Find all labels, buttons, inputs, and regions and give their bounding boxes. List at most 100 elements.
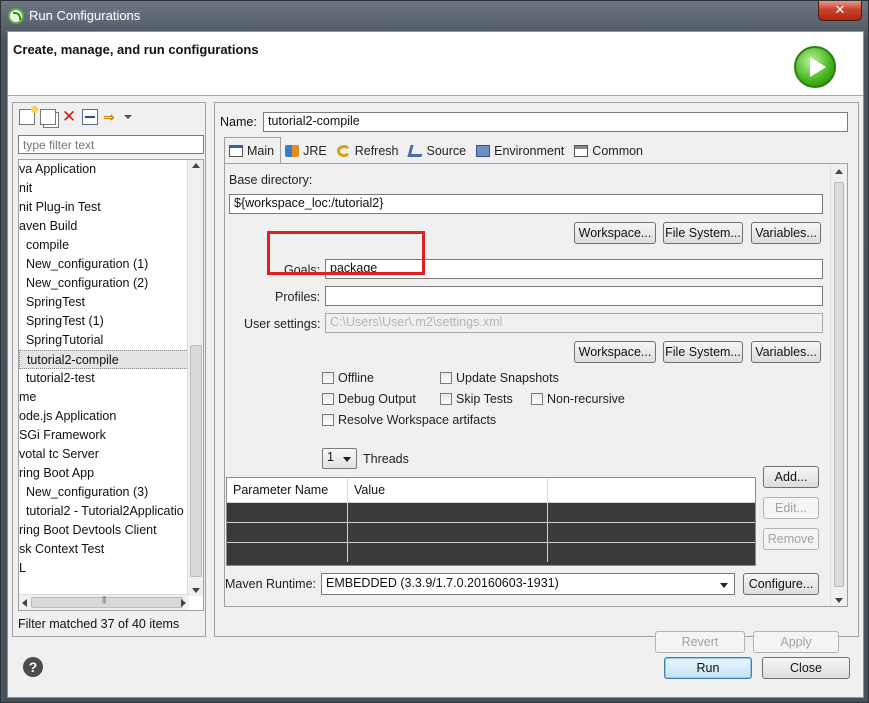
configuration-tree[interactable]: va Application nit nit Plug-in Test aven Bu… xyxy=(18,159,204,611)
tab-main[interactable]: Main xyxy=(224,137,282,163)
tree-item[interactable]: ring Boot App xyxy=(19,464,189,483)
tree-item[interactable]: nit Plug-in Test xyxy=(19,198,189,217)
table-row[interactable] xyxy=(227,543,755,563)
common-tab-icon xyxy=(574,145,589,157)
tree-item[interactable]: sk Context Test xyxy=(19,540,189,559)
tree-item[interactable]: New_configuration (3) xyxy=(19,483,189,502)
tab-label: Main xyxy=(247,143,275,158)
parameter-table[interactable]: Parameter Name Value xyxy=(226,477,756,566)
apply-button[interactable]: Apply xyxy=(753,631,839,653)
tree-item[interactable]: tutorial2-test xyxy=(19,369,189,388)
tree-horizontal-scrollbar[interactable] xyxy=(19,594,189,610)
edit-parameter-button[interactable]: Edit... xyxy=(763,497,819,519)
tree-item[interactable]: me xyxy=(19,388,189,407)
tab-label: Refresh xyxy=(354,144,399,158)
scroll-down-icon[interactable] xyxy=(835,598,843,603)
checkbox-box[interactable] xyxy=(531,393,543,405)
tree-item[interactable]: tutorial2 - Tutorial2Applicatio xyxy=(19,502,189,521)
tree-item[interactable]: compile xyxy=(19,236,189,255)
tree-item[interactable]: nit xyxy=(19,179,189,198)
table-row[interactable] xyxy=(227,503,755,523)
spring-leaf-icon xyxy=(8,8,24,24)
scroll-thumb[interactable] xyxy=(190,345,202,577)
tree-item[interactable]: ring Boot Devtools Client xyxy=(19,521,189,540)
title-bar[interactable]: Run Configurations ✕ xyxy=(1,1,869,31)
goals-highlight-annotation xyxy=(267,231,425,275)
tab-jre[interactable]: JRE xyxy=(281,139,333,163)
checkbox-box[interactable] xyxy=(440,372,452,384)
duplicate-config-icon[interactable] xyxy=(40,109,56,125)
delete-config-icon[interactable]: ✕ xyxy=(61,108,77,125)
collapse-all-icon[interactable] xyxy=(82,109,98,125)
non-recursive-checkbox[interactable]: Non-recursive xyxy=(531,392,625,406)
tree-item[interactable]: tutorial2-compile xyxy=(19,350,189,369)
tab-common[interactable]: Common xyxy=(570,139,649,163)
maven-runtime-select[interactable]: EMBEDDED (3.3.9/1.7.0.20160603-1931) xyxy=(321,573,735,595)
tab-environment[interactable]: Environment xyxy=(472,139,570,163)
name-input[interactable]: tutorial2-compile xyxy=(263,112,848,132)
threads-select[interactable]: 1 xyxy=(322,448,357,469)
tree-item[interactable]: SpringTest (1) xyxy=(19,312,189,331)
filter-icon[interactable]: ⇒ xyxy=(103,109,119,125)
settings-variables-button[interactable]: Variables... xyxy=(751,341,821,363)
filter-input[interactable] xyxy=(18,135,204,154)
scroll-up-icon[interactable] xyxy=(192,163,200,168)
skip-tests-checkbox[interactable]: Skip Tests xyxy=(440,392,513,406)
column-header-parameter-name[interactable]: Parameter Name xyxy=(227,478,348,503)
settings-filesystem-button[interactable]: File System... xyxy=(663,341,743,363)
table-cell xyxy=(227,523,348,542)
settings-workspace-button[interactable]: Workspace... xyxy=(574,341,656,363)
checkbox-box[interactable] xyxy=(322,393,334,405)
scroll-thumb-horizontal[interactable] xyxy=(31,595,183,608)
tree-item[interactable]: va Application xyxy=(19,160,189,179)
tree-item[interactable]: aven Build xyxy=(19,217,189,236)
window-close-button[interactable]: ✕ xyxy=(818,1,862,21)
tab-source[interactable]: Source xyxy=(405,139,473,163)
form-vertical-scrollbar[interactable] xyxy=(830,164,847,606)
base-dir-workspace-button[interactable]: Workspace... xyxy=(574,222,656,244)
tree-item[interactable]: ode.js Application xyxy=(19,407,189,426)
user-settings-input[interactable]: C:\Users\User\.m2\settings.xml xyxy=(325,313,823,333)
tree-item[interactable]: New_configuration (1) xyxy=(19,255,189,274)
tab-label: Environment xyxy=(494,144,565,158)
configure-runtime-button[interactable]: Configure... xyxy=(743,573,819,595)
base-directory-input[interactable]: ${workspace_loc:/tutorial2} xyxy=(229,194,823,214)
table-cell xyxy=(348,523,548,542)
tree-item[interactable]: SpringTutorial xyxy=(19,331,189,350)
run-button[interactable]: Run xyxy=(664,657,752,679)
tree-item[interactable]: votal tc Server xyxy=(19,445,189,464)
base-dir-variables-button[interactable]: Variables... xyxy=(751,222,821,244)
close-button[interactable]: Close xyxy=(762,657,850,679)
update-snapshots-checkbox[interactable]: Update Snapshots xyxy=(440,371,559,385)
column-header-value[interactable]: Value xyxy=(348,478,548,503)
new-config-icon[interactable] xyxy=(19,106,38,125)
tree-item[interactable]: SGi Framework xyxy=(19,426,189,445)
table-row[interactable] xyxy=(227,523,755,543)
revert-button[interactable]: Revert xyxy=(655,631,745,653)
profiles-label: Profiles: xyxy=(275,290,321,304)
filter-menu-chevron-icon[interactable] xyxy=(124,109,132,125)
checkbox-box[interactable] xyxy=(322,414,334,426)
profiles-input[interactable] xyxy=(325,286,823,306)
tree-vertical-scrollbar[interactable] xyxy=(187,160,203,596)
checkbox-box[interactable] xyxy=(322,372,334,384)
tree-item[interactable]: SpringTest xyxy=(19,293,189,312)
tree-item[interactable]: L xyxy=(19,559,189,578)
remove-parameter-button[interactable]: Remove xyxy=(763,528,819,550)
tab-refresh[interactable]: Refresh xyxy=(333,139,405,163)
main-tab-icon xyxy=(229,144,243,157)
scroll-right-icon[interactable] xyxy=(181,599,186,607)
scroll-left-icon[interactable] xyxy=(22,599,27,607)
base-dir-filesystem-button[interactable]: File System... xyxy=(663,222,743,244)
base-directory-label: Base directory: xyxy=(229,173,313,187)
scroll-up-icon[interactable] xyxy=(835,169,843,174)
add-parameter-button[interactable]: Add... xyxy=(763,466,819,488)
tree-item[interactable]: New_configuration (2) xyxy=(19,274,189,293)
scroll-thumb[interactable] xyxy=(834,182,844,587)
help-icon[interactable]: ? xyxy=(23,657,43,677)
checkbox-box[interactable] xyxy=(440,393,452,405)
scroll-down-icon[interactable] xyxy=(192,588,200,593)
debug-output-checkbox[interactable]: Debug Output xyxy=(322,392,416,406)
resolve-workspace-checkbox[interactable]: Resolve Workspace artifacts xyxy=(322,413,496,427)
offline-checkbox[interactable]: Offline xyxy=(322,371,374,385)
